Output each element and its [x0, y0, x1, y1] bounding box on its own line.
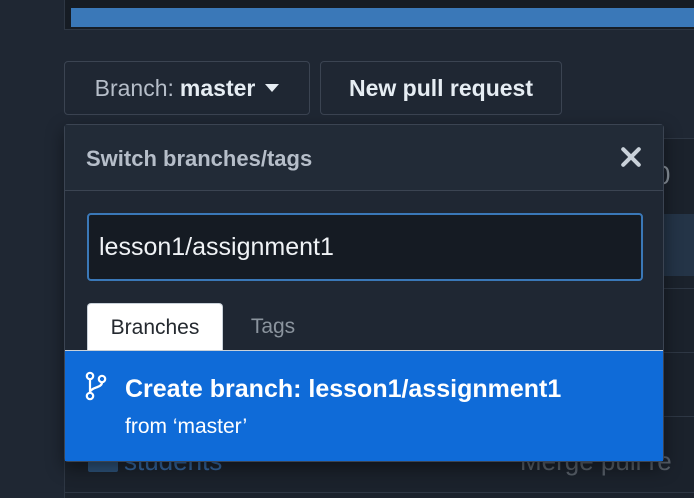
- branch-dropdown: Switch branches/tags Branches Tags Creat…: [64, 124, 664, 462]
- create-branch-item[interactable]: Create branch: lesson1/assignment1 from …: [65, 351, 663, 461]
- top-strip: [64, 0, 694, 30]
- branch-value: master: [179, 74, 256, 101]
- dropdown-title: Switch branches/tags: [86, 146, 313, 171]
- tab-branches[interactable]: Branches: [87, 303, 223, 351]
- new-pull-request-button[interactable]: New pull request: [320, 61, 562, 115]
- branch-label: Branch:: [94, 74, 174, 101]
- branch-filter-input[interactable]: [87, 213, 643, 281]
- create-branch-subtitle: from ‘master’: [125, 415, 248, 438]
- close-icon[interactable]: [617, 143, 645, 171]
- git-branch-icon: [85, 371, 107, 401]
- tab-tags[interactable]: Tags: [235, 303, 311, 351]
- branch-select-button[interactable]: Branch: master: [64, 61, 310, 115]
- progress-bar: [71, 8, 694, 27]
- create-branch-title: Create branch: lesson1/assignment1: [125, 375, 562, 403]
- table-row: [65, 492, 694, 493]
- dropdown-header: Switch branches/tags: [65, 125, 663, 191]
- caret-down-icon: [265, 84, 280, 92]
- github-branch-page: t-0 fro c t c t students Merge pull re B…: [0, 0, 694, 498]
